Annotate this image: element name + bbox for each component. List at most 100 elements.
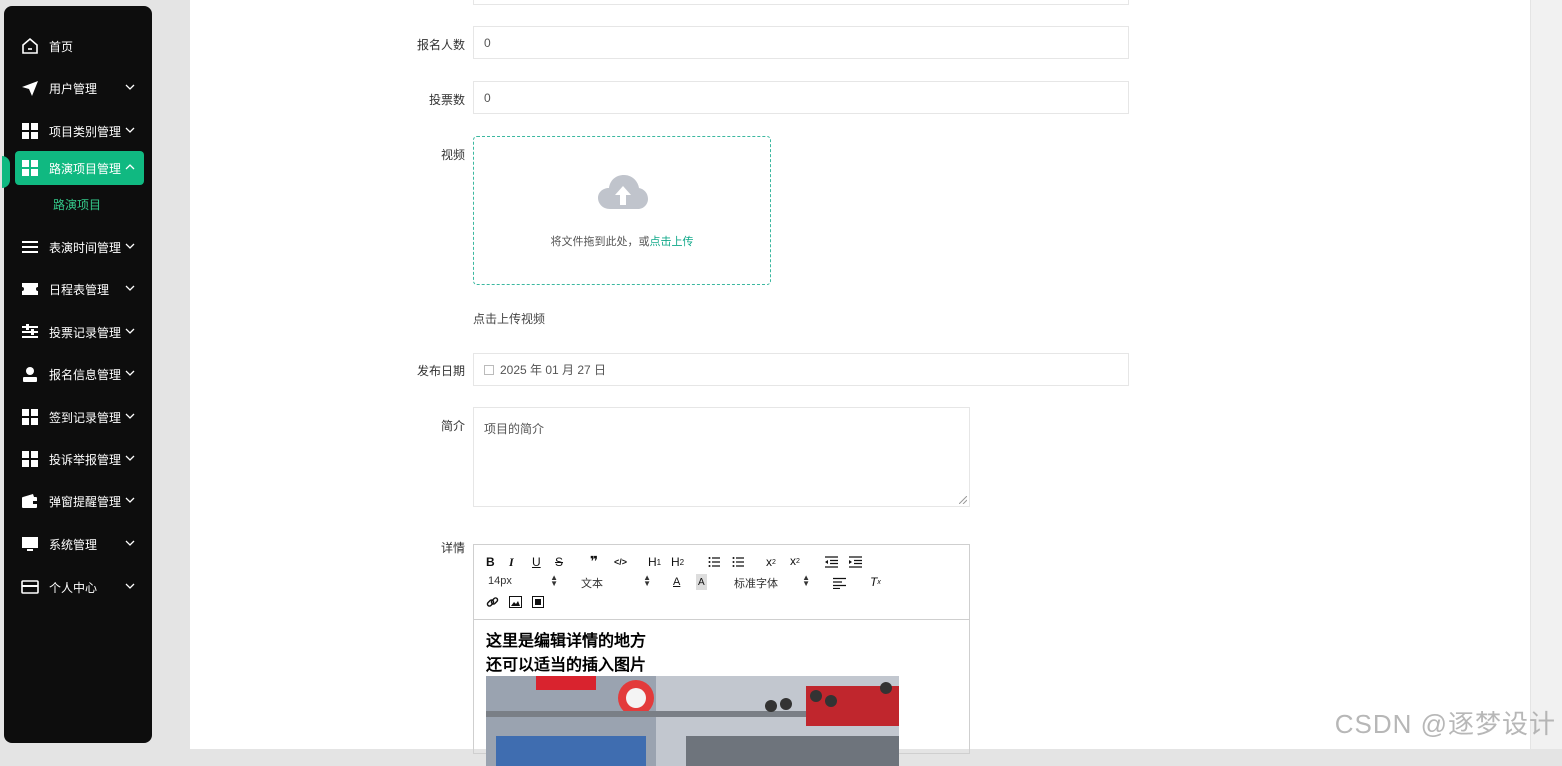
heading2-icon[interactable]: H2 bbox=[671, 554, 684, 570]
details-label: 详情 bbox=[440, 541, 465, 555]
font-size-select[interactable]: 14px ▲ ▼ bbox=[488, 573, 558, 589]
sidebar-item-system[interactable]: 系统管理 bbox=[15, 527, 144, 561]
image-icon[interactable] bbox=[509, 594, 522, 610]
sidebar-item-label: 用户管理 bbox=[49, 81, 98, 96]
grid-icon bbox=[21, 450, 39, 468]
signup-count-label: 报名人数 bbox=[416, 38, 465, 52]
wallet-icon bbox=[21, 492, 39, 510]
sidebar-item-signup-info[interactable]: 报名信息管理 bbox=[15, 357, 144, 391]
sidebar-item-label: 项目类别管理 bbox=[49, 124, 122, 139]
video-icon[interactable] bbox=[532, 594, 544, 610]
chevron-down-icon bbox=[125, 540, 135, 546]
calendar-icon bbox=[484, 364, 494, 375]
background-color-icon[interactable]: A bbox=[696, 574, 707, 590]
bold-icon[interactable]: B bbox=[486, 554, 495, 570]
sliders-icon bbox=[21, 323, 39, 341]
sidebar-item-label: 投诉举报管理 bbox=[49, 452, 122, 467]
clear-format-icon[interactable]: Tx bbox=[870, 574, 881, 590]
resize-handle-icon[interactable] bbox=[959, 496, 967, 504]
font-family-select[interactable]: 标准字体 ▲ ▼ bbox=[734, 573, 810, 591]
block-type-value: 文本 bbox=[581, 578, 603, 590]
sidebar-item-label: 弹窗提醒管理 bbox=[49, 494, 122, 509]
watermark: CSDN @逐梦设计 bbox=[1334, 709, 1556, 739]
cloud-upload-icon bbox=[598, 175, 648, 209]
publish-date-value: 2025 年 01 月 27 日 bbox=[500, 363, 607, 377]
sidebar-item-roadshow-project[interactable]: 路演项目管理 bbox=[15, 151, 144, 185]
sidebar-subitem-roadshow[interactable]: 路演项目 bbox=[53, 196, 101, 213]
home-icon bbox=[21, 37, 39, 55]
sidebar-item-label: 投票记录管理 bbox=[49, 325, 122, 340]
sidebar-item-project-category[interactable]: 项目类别管理 bbox=[15, 114, 144, 148]
sidebar-item-label: 首页 bbox=[49, 39, 74, 54]
outdent-icon[interactable] bbox=[825, 554, 838, 570]
sidebar-item-checkin-records[interactable]: 签到记录管理 bbox=[15, 400, 144, 434]
card-icon bbox=[21, 578, 39, 596]
editor-line-1: 这里是编辑详情的地方 bbox=[486, 633, 647, 650]
font-size-value: 14px bbox=[488, 575, 512, 587]
previous-field-input[interactable] bbox=[473, 0, 1129, 5]
sidebar: 首页 用户管理 项目类别管理 路演项目管理 路演项目 表演时间管理 日程表管理 … bbox=[2, 6, 152, 743]
strikethrough-icon[interactable]: S bbox=[555, 554, 563, 570]
italic-icon[interactable]: I bbox=[509, 554, 514, 570]
blockquote-icon[interactable]: ❞ bbox=[590, 553, 598, 569]
chevron-up-icon bbox=[125, 164, 135, 170]
chevron-down-icon bbox=[125, 413, 135, 419]
intro-textarea[interactable]: 项目的简介 bbox=[473, 407, 970, 507]
chevron-down-icon bbox=[125, 583, 135, 589]
sidebar-item-users[interactable]: 用户管理 bbox=[15, 71, 144, 105]
sidebar-item-schedule[interactable]: 日程表管理 bbox=[15, 272, 144, 306]
indent-icon[interactable] bbox=[849, 554, 862, 570]
user-icon bbox=[21, 365, 39, 383]
underline-icon[interactable]: U bbox=[532, 554, 541, 570]
active-indicator bbox=[2, 156, 10, 188]
sidebar-item-label: 报名信息管理 bbox=[49, 367, 122, 382]
intro-placeholder: 项目的简介 bbox=[484, 422, 545, 436]
grid-icon bbox=[21, 408, 39, 426]
editor-toolbar: B I U S ❞ </> H1 H2 x2 x2 14px ▲ ▼ 文本 ▲ … bbox=[474, 545, 969, 620]
superscript-icon[interactable]: x2 bbox=[790, 553, 800, 569]
editor-content[interactable]: 这里是编辑详情的地方 还可以适当的插入图片 bbox=[474, 620, 969, 766]
sidebar-item-label: 表演时间管理 bbox=[49, 240, 122, 255]
publish-date-input[interactable]: 2025 年 01 月 27 日 bbox=[473, 353, 1129, 386]
sidebar-item-label: 个人中心 bbox=[49, 580, 98, 595]
chevron-down-icon bbox=[125, 243, 135, 249]
page-scrollbar[interactable] bbox=[1531, 0, 1562, 749]
chevron-down-icon bbox=[125, 84, 135, 90]
sidebar-item-popup-reminders[interactable]: 弹窗提醒管理 bbox=[15, 484, 144, 518]
block-type-select[interactable]: 文本 ▲ ▼ bbox=[581, 573, 651, 591]
editor-line-2: 还可以适当的插入图片 bbox=[486, 657, 647, 674]
upload-instruction: 将文件拖到此处，或点击上传 bbox=[474, 233, 770, 249]
sidebar-item-home[interactable]: 首页 bbox=[15, 29, 144, 63]
sidebar-item-personal-center[interactable]: 个人中心 bbox=[15, 570, 144, 604]
chevron-down-icon bbox=[125, 285, 135, 291]
video-upload-hint: 点击上传视频 bbox=[473, 312, 546, 326]
align-icon[interactable] bbox=[833, 575, 846, 591]
publish-date-label: 发布日期 bbox=[416, 364, 465, 378]
rich-text-editor[interactable]: B I U S ❞ </> H1 H2 x2 x2 14px ▲ ▼ 文本 ▲ … bbox=[473, 544, 970, 766]
subscript-icon[interactable]: x2 bbox=[766, 554, 776, 570]
select-arrows-icon: ▲ ▼ bbox=[802, 573, 810, 588]
chevron-down-icon bbox=[125, 127, 135, 133]
vote-count-input[interactable]: 0 bbox=[473, 81, 1129, 114]
sidebar-item-label: 签到记录管理 bbox=[49, 410, 122, 425]
paper-plane-icon bbox=[21, 79, 39, 97]
bullet-list-icon[interactable] bbox=[732, 554, 744, 570]
ordered-list-icon[interactable] bbox=[708, 554, 720, 570]
code-block-icon[interactable]: </> bbox=[614, 554, 627, 570]
font-family-value: 标准字体 bbox=[734, 578, 778, 590]
sidebar-item-performance-time[interactable]: 表演时间管理 bbox=[15, 230, 144, 264]
font-color-icon[interactable]: A bbox=[673, 574, 680, 590]
sidebar-item-complaints[interactable]: 投诉举报管理 bbox=[15, 442, 144, 476]
select-arrows-icon: ▲ ▼ bbox=[550, 573, 558, 588]
chevron-down-icon bbox=[125, 455, 135, 461]
sidebar-item-vote-records[interactable]: 投票记录管理 bbox=[15, 315, 144, 349]
select-arrows-icon: ▲ ▼ bbox=[643, 573, 651, 588]
upload-click-link[interactable]: 点击上传 bbox=[650, 236, 694, 248]
grid-icon bbox=[21, 159, 39, 177]
signup-count-input[interactable]: 0 bbox=[473, 26, 1129, 59]
heading1-icon[interactable]: H1 bbox=[648, 554, 661, 570]
link-icon[interactable] bbox=[486, 594, 499, 610]
video-upload-dropzone[interactable]: 将文件拖到此处，或点击上传 bbox=[473, 136, 771, 285]
main-form-panel: 报名人数 0 投票数 0 视频 将文件拖到此处，或点击上传 点击上传视频 发布日… bbox=[190, 0, 1530, 766]
intro-label: 简介 bbox=[440, 419, 465, 433]
